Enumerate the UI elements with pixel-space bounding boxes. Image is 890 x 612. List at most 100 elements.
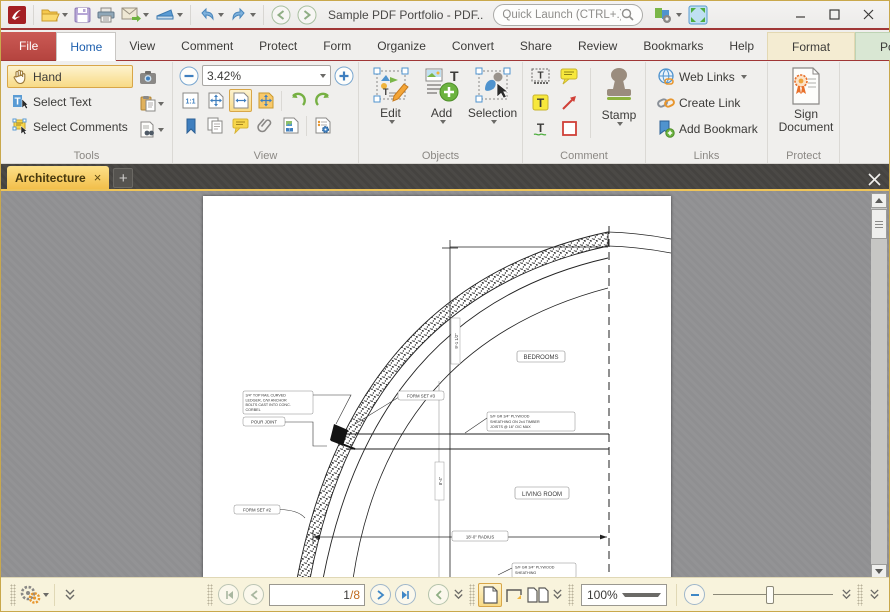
content-pane-button[interactable]: T	[279, 114, 302, 137]
tab-protect[interactable]: Protect	[246, 32, 310, 60]
grip-handle[interactable]	[469, 583, 475, 606]
vertical-scrollbar[interactable]	[871, 193, 887, 579]
quick-launch-input[interactable]: Quick Launch (CTRL+.)	[493, 3, 644, 26]
close-button[interactable]	[851, 3, 885, 27]
hand-tool-button[interactable]: Hand	[7, 65, 133, 88]
fit-visible-button[interactable]	[254, 89, 277, 112]
paste-button[interactable]	[136, 92, 168, 115]
zoom-level-combo[interactable]: 3.42%	[202, 65, 331, 86]
scrollbar-thumb[interactable]	[871, 209, 887, 239]
tab-file[interactable]: File	[1, 32, 57, 60]
rotate-cw-button[interactable]	[311, 89, 334, 112]
scan-button[interactable]	[152, 3, 186, 27]
comments-pane-button[interactable]	[229, 114, 252, 137]
add-bookmark-button[interactable]: Add Bookmark	[652, 117, 763, 141]
last-page-button[interactable]	[395, 584, 416, 605]
attachments-pane-button[interactable]	[254, 114, 277, 137]
fit-page-button[interactable]	[204, 89, 227, 112]
document-tab-architecture[interactable]: Architecture ×	[7, 166, 110, 189]
zoom-options-button[interactable]	[839, 589, 854, 600]
rectangle-tool-button[interactable]	[558, 117, 581, 140]
sticky-note-icon	[560, 68, 578, 85]
pdf-page: 9'-1 1/2" 8'-4" BEDROOMS LIVING ROOM FOR…	[203, 196, 671, 579]
fit-width-button[interactable]	[229, 89, 252, 112]
history-options-button[interactable]	[451, 589, 466, 600]
nav-forward-button[interactable]	[294, 3, 320, 27]
undo-button[interactable]	[195, 3, 227, 27]
bookmarks-pane-button[interactable]	[179, 114, 202, 137]
tab-format[interactable]: Format	[767, 32, 856, 60]
zoom-combo[interactable]: 100%	[581, 583, 667, 606]
edit-objects-button[interactable]: T Edit	[365, 65, 416, 124]
typewriter-tool-button[interactable]: T	[529, 65, 552, 88]
tab-form[interactable]: Form	[310, 32, 364, 60]
maximize-button[interactable]	[817, 3, 851, 27]
next-page-button[interactable]	[370, 584, 391, 605]
sign-document-button[interactable]: Sign Document	[774, 65, 838, 134]
print-button[interactable]	[94, 3, 118, 27]
tab-help[interactable]: Help	[716, 32, 767, 60]
more-tools-button[interactable]	[866, 589, 883, 600]
status-options-button[interactable]	[19, 585, 49, 605]
tab-review[interactable]: Review	[565, 32, 630, 60]
close-document-button[interactable]	[868, 173, 881, 186]
single-page-layout-button[interactable]	[478, 582, 502, 607]
grip-handle[interactable]	[207, 583, 213, 606]
wall-extension-2	[607, 245, 671, 254]
actual-size-button[interactable]: 1:1	[179, 89, 202, 112]
highlight-text-tool-button[interactable]: T	[529, 91, 552, 114]
first-page-button[interactable]	[218, 584, 239, 605]
select-comments-button[interactable]: Select Comments	[7, 115, 133, 138]
underline-text-tool-button[interactable]: T	[529, 117, 552, 140]
grip-handle[interactable]	[568, 583, 574, 606]
redo-button[interactable]	[227, 3, 259, 27]
add-objects-button[interactable]: T Add	[416, 65, 467, 124]
tab-view[interactable]: View	[116, 32, 168, 60]
app-logo-icon[interactable]	[5, 3, 29, 27]
history-back-button[interactable]	[428, 584, 449, 605]
document-canvas[interactable]: 9'-1 1/2" 8'-4" BEDROOMS LIVING ROOM FOR…	[1, 191, 889, 579]
open-button[interactable]	[38, 3, 71, 27]
ui-options-button[interactable]	[651, 3, 685, 27]
minimize-button[interactable]	[783, 3, 817, 27]
create-link-button[interactable]: Create Link	[652, 91, 763, 115]
layout-options-button[interactable]	[550, 589, 565, 600]
tab-convert[interactable]: Convert	[439, 32, 507, 60]
zoom-in-button[interactable]	[334, 66, 354, 86]
snapshot-button[interactable]	[136, 66, 159, 89]
zoom-out-button[interactable]	[179, 66, 199, 86]
tab-comment[interactable]: Comment	[168, 32, 246, 60]
two-pages-layout-button[interactable]	[526, 583, 550, 607]
tab-organize[interactable]: Organize	[364, 32, 439, 60]
tab-bookmarks[interactable]: Bookmarks	[630, 32, 716, 60]
scroll-up-button[interactable]	[871, 193, 887, 208]
expand-panel-button[interactable]	[60, 589, 80, 601]
grip-handle[interactable]	[10, 583, 16, 606]
nav-back-button[interactable]	[268, 3, 294, 27]
tab-portfolio[interactable]: Portfolio	[855, 32, 890, 60]
thumbnails-pane-button[interactable]	[204, 114, 227, 137]
tab-close-icon[interactable]: ×	[94, 170, 102, 185]
stamp-button[interactable]: Stamp	[597, 65, 641, 140]
slider-thumb[interactable]	[765, 585, 774, 604]
page-number-input[interactable]: 1/8	[269, 583, 365, 606]
zoom-slider[interactable]	[713, 584, 833, 606]
save-button[interactable]	[71, 3, 94, 27]
email-button[interactable]	[118, 3, 152, 27]
web-links-button[interactable]: Web Links	[652, 65, 763, 89]
selection-button[interactable]: Selection	[467, 65, 518, 124]
search-comments-button[interactable]	[136, 118, 168, 141]
continuous-layout-button[interactable]	[502, 583, 526, 607]
tab-share[interactable]: Share	[507, 32, 565, 60]
tab-home[interactable]: Home	[56, 32, 117, 61]
panes-options-button[interactable]	[311, 114, 334, 137]
rotate-ccw-button[interactable]	[286, 89, 309, 112]
new-tab-button[interactable]: +	[113, 168, 134, 188]
select-text-button[interactable]: T Select Text	[7, 90, 133, 113]
zoom-out-slider-button[interactable]	[684, 584, 705, 605]
grip-handle[interactable]	[857, 583, 863, 606]
prev-page-button[interactable]	[243, 584, 264, 605]
sticky-note-tool-button[interactable]	[558, 65, 581, 88]
arrow-tool-button[interactable]	[558, 91, 581, 114]
session-button[interactable]	[685, 3, 711, 27]
